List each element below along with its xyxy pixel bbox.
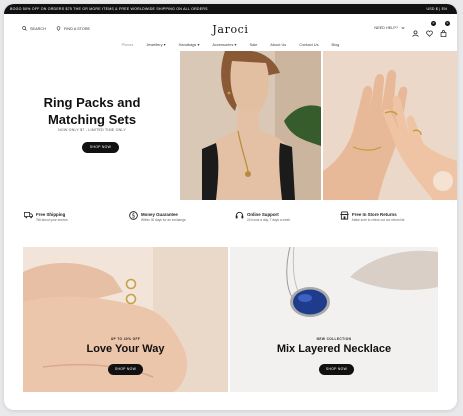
banner-shop-now-button[interactable]: SHOP NOW: [319, 364, 354, 375]
wishlist-button[interactable]: 0: [426, 21, 436, 37]
nav-item-accessories[interactable]: Accessories ▾: [212, 42, 236, 51]
banner-title: Love Your Way: [86, 343, 165, 355]
wishlist-count-badge: 0: [431, 21, 436, 26]
main-nav: Pieces Jewellery ▾ Handbags ▾ Accessorie…: [4, 42, 457, 51]
hero-text-panel: Ring Packs and Matching Sets NOW ONLY $7…: [4, 51, 180, 200]
hero-subtitle: NOW ONLY $7 - LIMITED TIME ONLY: [58, 128, 126, 132]
hero-title-line: Ring Packs and: [43, 95, 141, 110]
feature-desc: Tell about your service.: [36, 218, 69, 222]
svg-text:$: $: [132, 214, 136, 220]
nav-item-sale[interactable]: Sale: [249, 42, 257, 51]
heart-icon: [426, 30, 433, 37]
announcement-text: BOGO 50% OFF ON ORDERS $75 THE OR MORE I…: [10, 7, 208, 11]
nav-item-label: Jewellery: [146, 42, 163, 47]
need-help-link[interactable]: NEED HELP?: [374, 26, 405, 30]
nav-item-label: Handbags: [178, 42, 197, 47]
cart-count-badge: 0: [445, 21, 450, 26]
user-icon: [412, 30, 419, 37]
site-header: SEARCH FIND A STORE Jaroci NEED HELP? 0 …: [4, 14, 457, 42]
account-button[interactable]: [412, 24, 419, 37]
feature-title: Free In Store Returns: [352, 212, 397, 217]
need-help-label: NEED HELP?: [374, 25, 398, 30]
announcement-bar: BOGO 50% OFF ON ORDERS $75 THE OR MORE I…: [4, 4, 457, 14]
nav-item-jewellery[interactable]: Jewellery ▾: [146, 42, 165, 51]
hero-title: Ring Packs and Matching Sets: [4, 94, 180, 128]
chevron-down-icon: [401, 26, 405, 29]
nav-item-handbags[interactable]: Handbags ▾: [179, 42, 200, 51]
hero-title-line: Matching Sets: [47, 112, 137, 127]
browser-frame: BOGO 50% OFF ON ORDERS $75 THE OR MORE I…: [4, 4, 457, 410]
hero-shop-now-button[interactable]: SHOP NOW: [82, 142, 119, 153]
headset-icon: [235, 211, 244, 219]
feature-desc: Within 30 days for an exchange.: [141, 218, 187, 222]
promo-banner-mix-layered-necklace[interactable]: NEW COLLECTION Mix Layered Necklace SHOP…: [230, 247, 438, 392]
feature-title: Free Shipping: [36, 212, 66, 217]
cart-button[interactable]: 0: [440, 21, 450, 38]
hero-hands-image[interactable]: [323, 51, 457, 200]
currency-language-selector[interactable]: USD $ | EN: [426, 7, 447, 11]
nav-item-about-us[interactable]: About Us: [270, 42, 286, 51]
promo-banner-love-your-way[interactable]: UP TO 40% OFF Love Your Way SHOP NOW: [23, 247, 228, 392]
feature-title: Online Support: [247, 212, 279, 217]
nav-item-contact-us[interactable]: Contact Us: [299, 42, 318, 51]
banner-title: Mix Layered Necklace: [276, 343, 392, 355]
truck-icon: [24, 212, 33, 219]
hero-model-image[interactable]: [180, 51, 321, 200]
feature-desc: Make sure to check out our return list: [352, 218, 405, 222]
banner-shop-now-button[interactable]: SHOP NOW: [108, 364, 143, 375]
bag-icon: [440, 30, 447, 38]
banner-kicker: UP TO 40% OFF: [110, 337, 141, 341]
hero-section: Ring Packs and Matching Sets NOW ONLY $7…: [4, 51, 457, 200]
nav-item-blog[interactable]: Blog: [332, 42, 340, 51]
feature-desc: 24 hours a day, 7 days a week: [247, 218, 290, 222]
feature-title: Money Guarantee: [141, 212, 178, 217]
banner-kicker: NEW COLLECTION: [316, 337, 352, 341]
dollar-icon: $: [129, 211, 138, 220]
features-strip: Free Shipping Tell about your service. $…: [4, 204, 457, 240]
nav-item-label: Accessories: [212, 42, 234, 47]
header-actions: NEED HELP? 0 0: [374, 21, 450, 38]
store-icon: [340, 211, 349, 220]
nav-item-pieces[interactable]: Pieces: [122, 42, 134, 51]
